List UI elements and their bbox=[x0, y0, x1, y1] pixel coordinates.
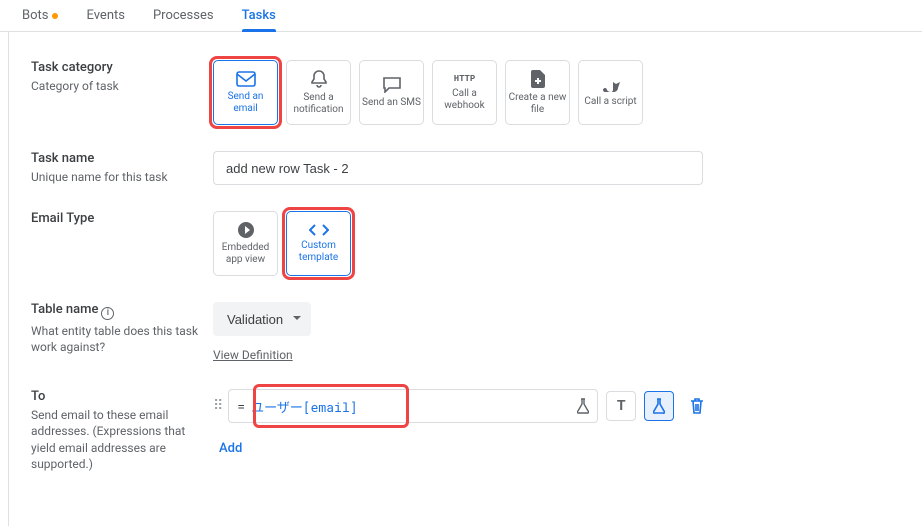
delete-button[interactable] bbox=[682, 391, 712, 421]
tab-events[interactable]: Events bbox=[86, 0, 124, 32]
info-icon[interactable]: i bbox=[101, 307, 114, 320]
tab-processes[interactable]: Processes bbox=[153, 0, 214, 32]
task-name-desc: Unique name for this task bbox=[31, 169, 203, 185]
to-label: To bbox=[31, 389, 203, 404]
table-name-label: Table namei bbox=[31, 302, 203, 320]
view-definition-link[interactable]: View Definition bbox=[213, 348, 293, 362]
http-icon: HTTP bbox=[454, 74, 476, 84]
cat-call-script-label: Call a script bbox=[584, 96, 636, 108]
tab-bots[interactable]: Bots bbox=[22, 0, 58, 32]
tab-tasks[interactable]: Tasks bbox=[242, 0, 276, 32]
cat-send-email-label: Send an email bbox=[216, 91, 275, 114]
task-name-input[interactable] bbox=[213, 151, 703, 185]
cat-create-file-label: Create a new file bbox=[508, 92, 567, 115]
formula-mode-button[interactable] bbox=[644, 391, 674, 421]
code-icon bbox=[309, 224, 329, 236]
email-type-custom-label: Custom template bbox=[289, 240, 348, 263]
equals-sign: = bbox=[237, 397, 245, 415]
cat-create-file[interactable]: Create a new file bbox=[505, 60, 570, 125]
new-file-icon bbox=[531, 70, 545, 88]
task-name-label: Task name bbox=[31, 151, 203, 166]
cat-call-webhook-label: Call a webhook bbox=[435, 88, 494, 111]
text-mode-button[interactable]: T bbox=[606, 391, 636, 421]
email-icon bbox=[236, 71, 256, 87]
bots-indicator-dot bbox=[52, 13, 58, 19]
embedded-view-icon bbox=[238, 222, 254, 238]
cat-send-notification-label: Send a notification bbox=[289, 92, 348, 115]
sms-icon bbox=[383, 77, 401, 93]
top-tabs: Bots Events Processes Tasks bbox=[0, 0, 922, 32]
bell-icon bbox=[311, 70, 327, 88]
drag-handle-icon[interactable]: ⠿ bbox=[213, 398, 220, 414]
cat-send-sms-label: Send an SMS bbox=[362, 97, 421, 109]
script-icon bbox=[602, 78, 620, 92]
cat-send-email[interactable]: Send an email bbox=[213, 60, 278, 125]
task-category-label: Task category bbox=[31, 60, 203, 75]
email-type-embedded-label: Embedded app view bbox=[216, 242, 275, 265]
form-content: Task category Category of task Send an e… bbox=[8, 32, 922, 526]
email-type-label: Email Type bbox=[31, 211, 203, 226]
cat-call-webhook[interactable]: HTTP Call a webhook bbox=[432, 60, 497, 125]
table-name-desc: What entity table does this task work ag… bbox=[31, 323, 203, 355]
add-button[interactable]: Add bbox=[213, 431, 248, 466]
table-name-select[interactable]: Validation bbox=[213, 302, 311, 336]
email-type-custom[interactable]: Custom template bbox=[286, 211, 351, 276]
to-expression-value: ユーザー[email] bbox=[251, 397, 357, 416]
to-expression-input[interactable]: = ユーザー[email] bbox=[228, 389, 598, 423]
to-desc: Send email to these email addresses. (Ex… bbox=[31, 407, 203, 472]
email-type-embedded[interactable]: Embedded app view bbox=[213, 211, 278, 276]
cat-send-notification[interactable]: Send a notification bbox=[286, 60, 351, 125]
tab-bots-label: Bots bbox=[22, 8, 48, 23]
cat-send-sms[interactable]: Send an SMS bbox=[359, 60, 424, 125]
cat-call-script[interactable]: Call a script bbox=[578, 60, 643, 125]
task-category-desc: Category of task bbox=[31, 78, 203, 94]
test-expression-icon[interactable] bbox=[577, 398, 589, 414]
